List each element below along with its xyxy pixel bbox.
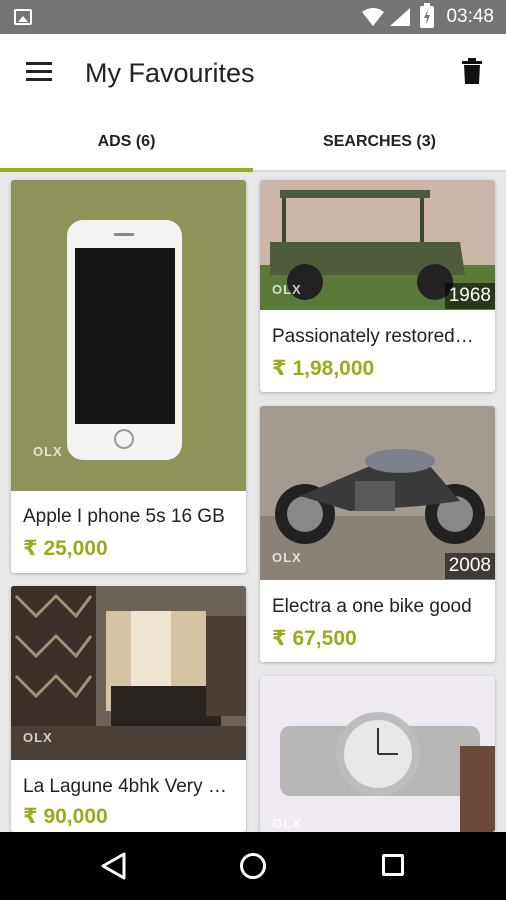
wifi-icon	[362, 8, 384, 26]
ad-title: Electra a one bike good	[272, 596, 472, 617]
ad-title: Apple I phone 5s 16 GB	[23, 506, 225, 527]
olx-watermark: OLX	[33, 444, 63, 459]
ad-price: ₹ 67,500	[272, 627, 357, 650]
ad-card-jeep[interactable]: OLX 1968 Passionately restored… ₹ 1,98,0…	[260, 180, 495, 392]
back-icon[interactable]	[100, 852, 126, 880]
year-badge: 2008	[444, 553, 495, 579]
home-icon[interactable]	[240, 853, 266, 879]
tab-ads[interactable]: ADS (6)	[0, 114, 253, 172]
ad-photo	[260, 676, 495, 832]
olx-watermark: OLX	[272, 816, 302, 831]
recent-apps-icon[interactable]	[382, 854, 404, 876]
tab-searches[interactable]: SEARCHES (3)	[253, 114, 506, 172]
olx-watermark: OLX	[272, 550, 302, 565]
ad-card-motorcycle[interactable]: OLX 2008 Electra a one bike good ₹ 67,50…	[260, 406, 495, 662]
year-badge: 1968	[444, 283, 495, 309]
clock: 03:48	[446, 6, 494, 27]
olx-watermark: OLX	[272, 282, 302, 297]
app-bar: My Favourites	[0, 34, 506, 114]
image-icon	[14, 9, 32, 25]
ad-card-iphone[interactable]: OLX Apple I phone 5s 16 GB ₹ 25,000	[11, 180, 246, 573]
page-title: My Favourites	[85, 58, 255, 88]
menu-icon[interactable]	[26, 62, 52, 82]
battery-icon	[420, 3, 434, 28]
status-bar: 03:48	[0, 0, 506, 34]
trash-icon[interactable]	[462, 58, 482, 84]
ad-title: La Lagune 4bhk Very L…	[23, 776, 234, 797]
ad-price: ₹ 25,000	[23, 537, 108, 560]
ad-title: Passionately restored…	[272, 326, 474, 347]
ad-card-watch[interactable]: OLX	[260, 676, 495, 832]
ad-price: ₹ 1,98,000	[272, 357, 375, 380]
signal-icon	[390, 8, 410, 26]
olx-watermark: OLX	[23, 730, 53, 745]
ad-card-apartment[interactable]: OLX La Lagune 4bhk Very L… ₹ 90,000	[11, 586, 246, 832]
ad-price: ₹ 90,000	[23, 805, 108, 828]
navigation-bar	[0, 832, 506, 900]
tab-bar: ADS (6) SEARCHES (3)	[0, 114, 506, 172]
